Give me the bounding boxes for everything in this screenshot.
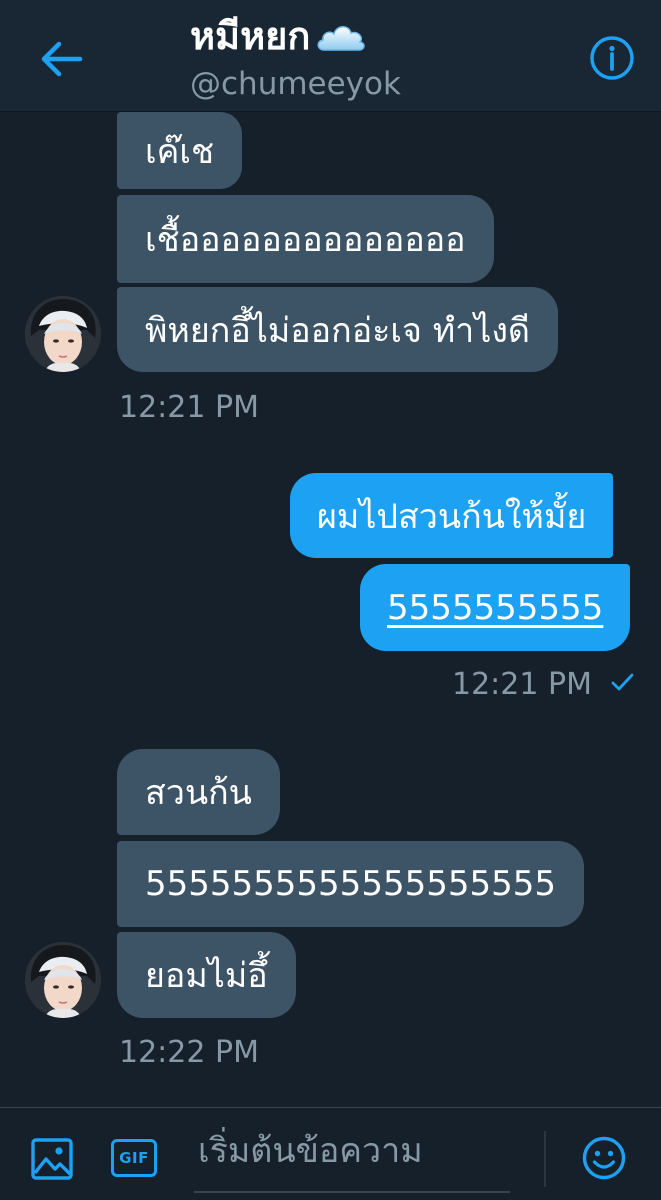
- add-photo-button[interactable]: [26, 1133, 78, 1185]
- emoji-smile-icon: [582, 1136, 626, 1180]
- message-text: สวนก้น: [145, 773, 252, 813]
- incoming-message-bubble[interactable]: พิหยกอึ้ไม่ออกอ่ะเจ ทำไงดี: [117, 287, 559, 372]
- incoming-message-bubble[interactable]: เค๊เช: [117, 112, 243, 189]
- contact-name: หมีหยก: [190, 14, 311, 58]
- contact-avatar[interactable]: [25, 296, 101, 372]
- message-text: พิหยกอึ้ไม่ออกอ่ะเจ ทำไงดี: [145, 310, 531, 351]
- message-text: เชื้ออออออออออออออ: [145, 220, 466, 260]
- message-timestamp: 12:21 PM: [119, 390, 259, 425]
- back-button[interactable]: [36, 34, 86, 84]
- incoming-message-bubble[interactable]: สวนก้น: [117, 749, 280, 835]
- emoji-button[interactable]: [578, 1132, 630, 1184]
- avatar-portrait-icon: [25, 296, 101, 372]
- message-text: เค๊เช: [145, 131, 215, 172]
- info-icon: [590, 36, 634, 80]
- outgoing-message-bubble[interactable]: 5555555555: [360, 564, 631, 651]
- back-arrow-icon: [41, 41, 83, 77]
- sent-checkmark-icon: [611, 673, 634, 691]
- contact-avatar[interactable]: [25, 942, 101, 1018]
- contact-handle: @chumeeyok: [190, 66, 401, 102]
- gif-icon: GIF: [111, 1139, 157, 1177]
- message-text: 5555555555555555555: [145, 864, 557, 904]
- message-text: ยอมไม่อึ้: [145, 956, 268, 996]
- image-icon: [31, 1138, 73, 1180]
- message-input[interactable]: [194, 1118, 510, 1193]
- message-timestamp: 12:21 PM: [452, 667, 592, 702]
- message-text: ผมไปสวนก้นให้มั้ย: [317, 496, 587, 537]
- phone-number-link[interactable]: 5555555555: [387, 588, 603, 628]
- outgoing-message-bubble[interactable]: ผมไปสวนก้นให้มั้ย: [290, 473, 614, 558]
- incoming-message-bubble[interactable]: 5555555555555555555: [117, 841, 585, 927]
- conversation-info-button[interactable]: [587, 33, 637, 83]
- avatar-portrait-icon: [25, 942, 101, 1018]
- composer-divider: [544, 1131, 546, 1187]
- dm-conversation-screen: หมีหยก @chumeeyok เค๊เช เชื้ออออออออออออ…: [0, 0, 661, 1200]
- conversation-header: หมีหยก @chumeeyok: [0, 0, 661, 112]
- incoming-message-bubble[interactable]: ยอมไม่อึ้: [117, 932, 296, 1018]
- cloud-emoji-icon: [317, 26, 366, 51]
- add-gif-button[interactable]: GIF: [108, 1136, 160, 1180]
- incoming-message-bubble[interactable]: เชื้ออออออออออออออ: [117, 195, 494, 283]
- message-timestamp: 12:22 PM: [119, 1035, 259, 1070]
- conversation-title-block[interactable]: หมีหยก @chumeeyok: [190, 10, 401, 104]
